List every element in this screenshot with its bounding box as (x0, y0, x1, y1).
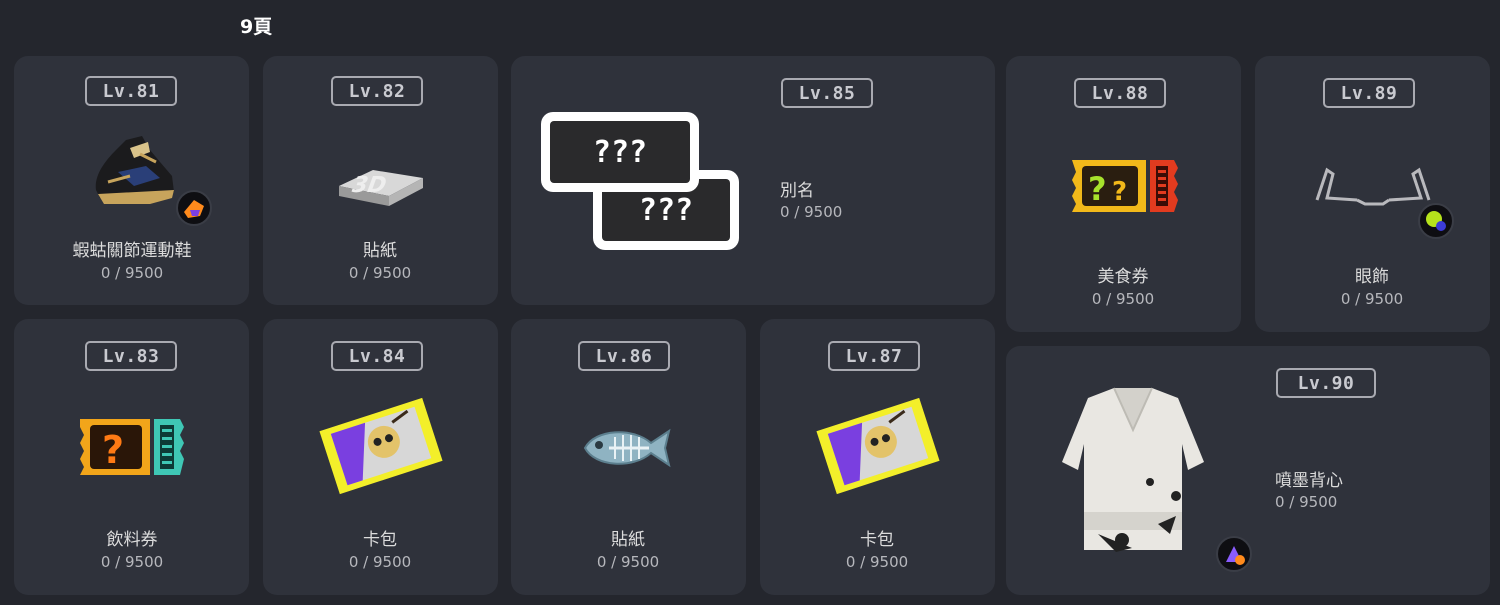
level-label: Lv.86 (578, 341, 670, 371)
reward-progress: 0 / 9500 (348, 553, 412, 571)
reward-progress: 0 / 9500 (1275, 493, 1338, 511)
reward-card-lv86[interactable]: Lv.86 貼紙 0 / 9500 (511, 319, 746, 595)
vest-icon (1058, 384, 1208, 556)
reward-name: 別名 (780, 181, 814, 201)
level-label: Lv.84 (331, 341, 423, 371)
tag-text: ??? (638, 192, 694, 228)
reward-card-lv89[interactable]: Lv.89 眼飾 0 / 9500 (1255, 56, 1490, 332)
reward-progress: 0 / 9500 (348, 264, 412, 282)
reward-card-lv82[interactable]: Lv.82 3D 貼紙 0 / 9500 (263, 56, 498, 305)
reward-progress: 0 / 9500 (845, 553, 909, 571)
svg-text:?: ? (102, 428, 124, 472)
card-pack-icon (810, 391, 946, 501)
level-label: Lv.88 (1074, 78, 1166, 108)
reward-card-lv81[interactable]: Lv.81 蝦蛄關節運動鞋 0 / 9500 (14, 56, 249, 305)
reward-card-lv87[interactable]: Lv.87 卡包 0 / 9500 (760, 319, 995, 595)
reward-name: 飲料券 (106, 530, 158, 550)
ability-badge-icon (176, 190, 212, 226)
reward-name: 美食券 (1097, 267, 1149, 287)
reward-progress: 0 / 9500 (780, 203, 843, 221)
reward-progress: 0 / 9500 (100, 553, 164, 571)
reward-name: 噴墨背心 (1275, 471, 1343, 491)
level-label: Lv.83 (85, 341, 177, 371)
fish-bone-sticker-icon (581, 423, 675, 473)
sticker-3d-icon: 3D (333, 156, 427, 212)
title-tag-icon: ??? ??? (541, 112, 743, 252)
reward-progress: 0 / 9500 (100, 264, 164, 282)
level-label: Lv.87 (828, 341, 920, 371)
reward-name: 蝦蛄關節運動鞋 (72, 241, 192, 261)
reward-name: 貼紙 (611, 530, 645, 550)
reward-name: 眼飾 (1355, 267, 1389, 287)
tag-text: ??? (592, 134, 648, 170)
reward-name: 卡包 (860, 530, 894, 550)
sneaker-icon (90, 132, 178, 218)
svg-text:?: ? (1088, 170, 1107, 208)
reward-name: 貼紙 (363, 241, 397, 261)
drink-ticket-icon: ? (76, 415, 188, 479)
reward-name: 卡包 (363, 530, 397, 550)
level-label: Lv.90 (1276, 368, 1376, 398)
ability-badge-icon (1216, 536, 1252, 572)
glasses-icon (1313, 160, 1433, 210)
reward-card-lv84[interactable]: Lv.84 卡包 0 / 9500 (263, 319, 498, 595)
food-ticket-icon: ? ? (1068, 156, 1180, 216)
svg-text:?: ? (1112, 177, 1127, 207)
ability-badge-icon (1418, 203, 1454, 239)
reward-card-lv83[interactable]: Lv.83 ? 飲料券 0 / 9500 (14, 319, 249, 595)
level-label: Lv.82 (331, 76, 423, 106)
level-label: Lv.85 (781, 78, 873, 108)
reward-progress: 0 / 9500 (596, 553, 660, 571)
level-label: Lv.81 (85, 76, 177, 106)
reward-card-lv90[interactable]: Lv.90 噴墨背心 0 / 9500 (1006, 346, 1490, 595)
reward-progress: 0 / 9500 (1091, 290, 1155, 308)
reward-progress: 0 / 9500 (1340, 290, 1404, 308)
reward-card-lv85[interactable]: Lv.85 ??? ??? 別名 0 / 9500 (511, 56, 995, 305)
page-title: 9頁 (240, 16, 273, 38)
reward-card-lv88[interactable]: Lv.88 ? ? 美食券 0 / 9500 (1006, 56, 1241, 332)
level-label: Lv.89 (1323, 78, 1415, 108)
card-pack-icon (313, 391, 449, 501)
